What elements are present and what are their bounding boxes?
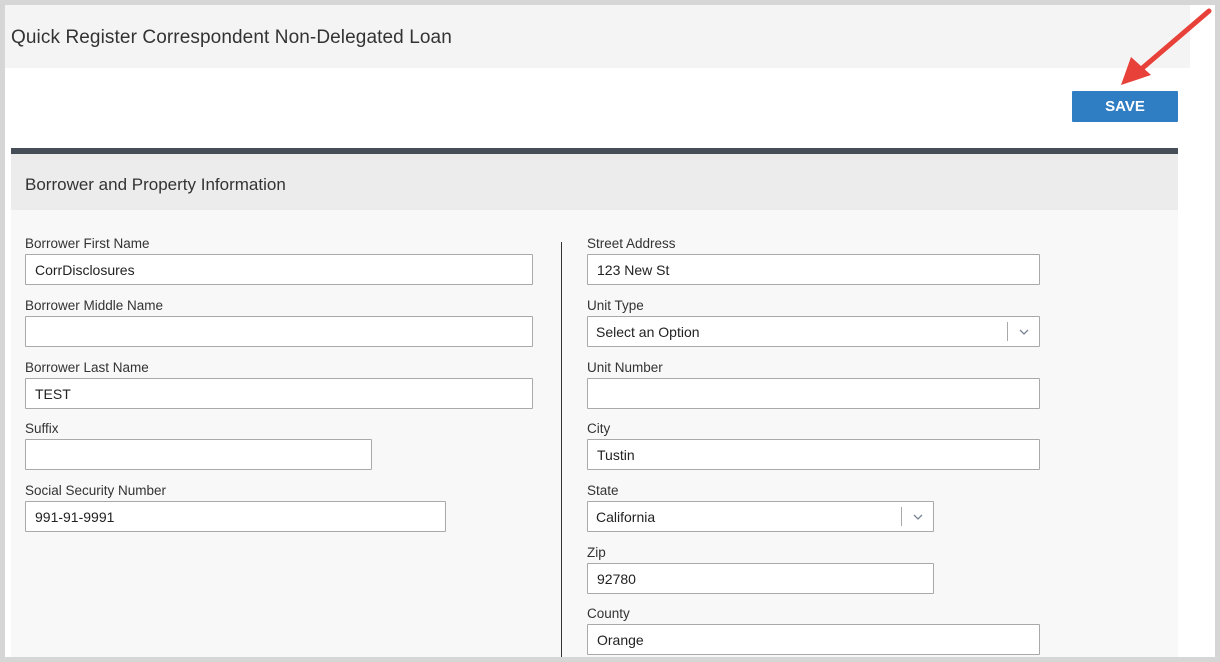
street-address-label: Street Address [587, 236, 676, 251]
chevron-down-icon[interactable] [911, 510, 925, 524]
section-header: Borrower and Property Information [11, 154, 1178, 210]
city-label: City [587, 421, 611, 436]
unit-number-label: Unit Number [587, 360, 663, 375]
page-title: Quick Register Correspondent Non-Delegat… [11, 27, 452, 48]
unit-type-select[interactable]: Select an Option [587, 316, 1040, 347]
column-divider [561, 242, 562, 657]
borrower-last-name-field[interactable] [25, 378, 533, 409]
select-separator [1007, 322, 1008, 341]
app-window: Quick Register Correspondent Non-Delegat… [0, 0, 1220, 662]
street-address-field[interactable] [587, 254, 1040, 285]
borrower-middle-name-field[interactable] [25, 316, 533, 347]
county-label: County [587, 606, 630, 621]
suffix-label: Suffix [25, 421, 59, 436]
arrow-icon [1121, 8, 1212, 85]
suffix-field[interactable] [25, 439, 372, 470]
state-value: California [596, 509, 656, 525]
unit-number-field[interactable] [587, 378, 1040, 409]
zip-field[interactable] [587, 563, 934, 594]
select-separator [901, 507, 902, 526]
page-header: Quick Register Correspondent Non-Delegat… [5, 5, 1190, 68]
borrower-property-section: Borrower and Property Information Borrow… [11, 148, 1178, 657]
city-field[interactable] [587, 439, 1040, 470]
borrower-last-name-label: Borrower Last Name [25, 360, 149, 375]
borrower-first-name-field[interactable] [25, 254, 533, 285]
borrower-middle-name-label: Borrower Middle Name [25, 298, 164, 313]
state-select[interactable]: California [587, 501, 934, 532]
chevron-down-icon[interactable] [1017, 325, 1031, 339]
section-title: Borrower and Property Information [25, 175, 286, 194]
ssn-field[interactable] [25, 501, 446, 532]
borrower-first-name-label: Borrower First Name [25, 236, 150, 251]
save-button[interactable]: SAVE [1072, 91, 1178, 122]
county-field[interactable] [587, 624, 1040, 655]
zip-label: Zip [587, 545, 606, 560]
unit-type-value: Select an Option [596, 324, 700, 340]
state-label: State [587, 483, 619, 498]
ssn-label: Social Security Number [25, 483, 167, 498]
unit-type-label: Unit Type [587, 298, 644, 313]
